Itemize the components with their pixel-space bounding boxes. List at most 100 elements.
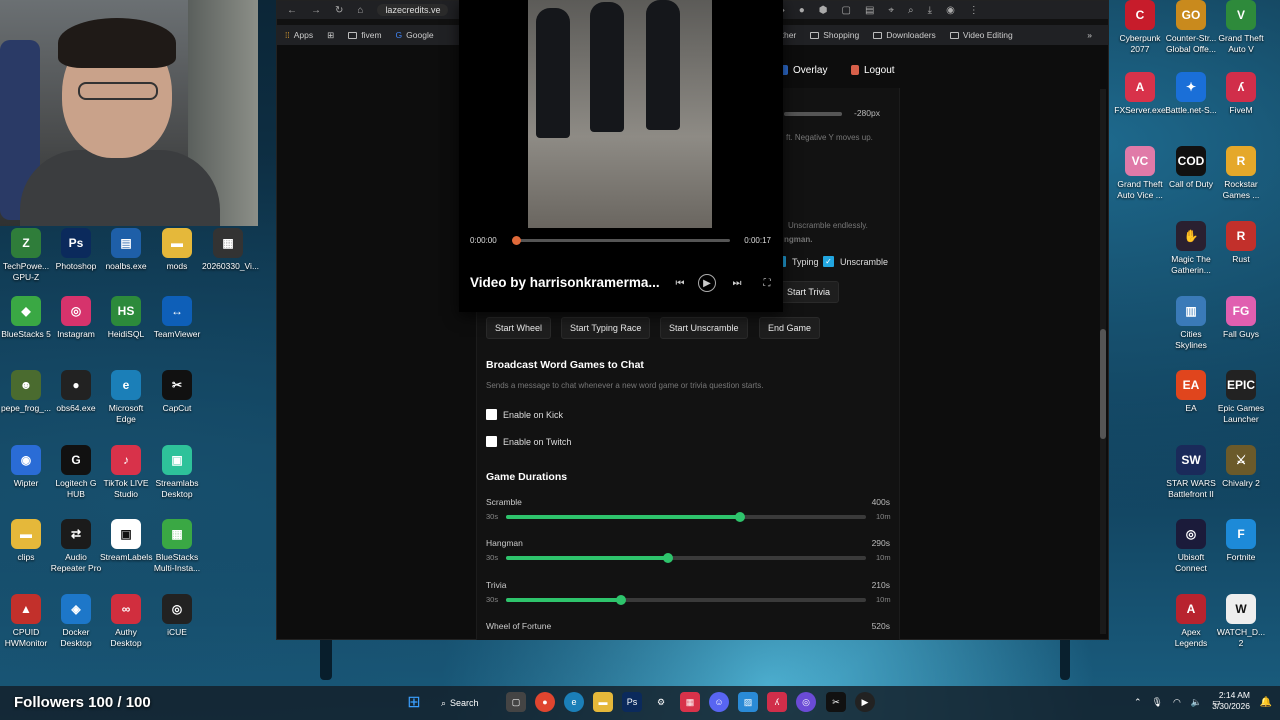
desktop_right-icon[interactable]: ▥ Cities Skylines xyxy=(1165,296,1217,350)
extension-icon[interactable]: ● xyxy=(799,5,805,16)
desktop_left-icon[interactable]: ◆ BlueStacks 5 xyxy=(0,296,52,340)
duration-slider-knob[interactable] xyxy=(735,512,745,522)
desktop_right-icon[interactable]: ⚔ Chivalry 2 xyxy=(1215,445,1267,489)
logout-button[interactable]: Logout xyxy=(851,61,895,79)
extension-icon[interactable]: ▢ xyxy=(841,5,850,16)
back-icon[interactable]: ← xyxy=(287,5,297,16)
end-game-button[interactable]: End Game xyxy=(759,317,821,339)
bookmark-video-editing[interactable]: Video Editing xyxy=(949,30,1013,40)
forward-icon[interactable]: → xyxy=(311,5,321,16)
wifi-icon[interactable]: ◠ xyxy=(1173,697,1181,708)
desktop_left-icon[interactable]: ● obs64.exe xyxy=(50,370,102,414)
media-player-icon[interactable]: ▶ xyxy=(855,692,875,712)
chevron-up-icon[interactable]: ⌃ xyxy=(1134,697,1142,708)
taskbar-search[interactable]: ⌕ Search xyxy=(441,693,479,713)
desktop_right-icon[interactable]: COD Call of Duty xyxy=(1165,146,1217,190)
video-player[interactable]: 0:00:00 0:00:17 Video by harrisonkramerm… xyxy=(459,0,783,312)
desktop_left-icon[interactable]: ⇄ Audio Repeater Pro xyxy=(50,519,102,573)
next-icon[interactable]: ⏭ xyxy=(728,274,746,292)
desktop_left-icon[interactable]: ▦ 20260330_Vi... xyxy=(202,228,259,272)
video-seek-bar[interactable] xyxy=(512,236,730,245)
desktop_right-icon[interactable]: V Grand Theft Auto V xyxy=(1215,0,1267,54)
desktop_right-icon[interactable]: GO Counter-Str... Global Offe... xyxy=(1165,0,1217,54)
file-explorer-icon[interactable]: ▬ xyxy=(593,692,613,712)
desktop_right-icon[interactable]: R Rust xyxy=(1215,221,1267,265)
desktop_left-icon[interactable]: ◎ iCUE xyxy=(151,594,203,638)
menu-icon[interactable]: ⋮ xyxy=(969,5,979,16)
desktop_right-icon[interactable]: EA EA xyxy=(1165,370,1217,414)
desktop_right-icon[interactable]: C Cyberpunk 2077 xyxy=(1114,0,1166,54)
desktop_right-icon[interactable]: R Rockstar Games ... xyxy=(1215,146,1267,200)
start-trivia-button[interactable]: Start Trivia xyxy=(778,281,840,303)
desktop_left-icon[interactable]: ◎ Instagram xyxy=(50,296,102,340)
duration-slider-knob[interactable] xyxy=(663,553,673,563)
desktop_left-icon[interactable]: ▦ BlueStacks Multi-Insta... xyxy=(151,519,203,573)
desktop_left-icon[interactable]: ☻ pepe_frog_... xyxy=(0,370,52,414)
discord-icon[interactable]: ☺ xyxy=(709,692,729,712)
edge-icon[interactable]: e xyxy=(564,692,584,712)
bookmark-shopping[interactable]: Shopping xyxy=(810,30,859,40)
extension-icon[interactable]: ⬢ xyxy=(819,5,828,16)
desktop_right-icon[interactable]: SW STAR WARS Battlefront II xyxy=(1165,445,1217,499)
desktop_left-icon[interactable]: ▬ clips xyxy=(0,519,52,563)
desktop_right-icon[interactable]: FG Fall Guys xyxy=(1215,296,1267,340)
duration-slider[interactable] xyxy=(506,512,866,522)
desktop_left-icon[interactable]: G Logitech G HUB xyxy=(50,445,102,499)
desktop_right-icon[interactable]: ✦ Battle.net-S... xyxy=(1165,72,1217,116)
photos-icon[interactable]: ▨ xyxy=(738,692,758,712)
previous-icon[interactable]: ⏮ xyxy=(671,274,689,292)
desktop_left-icon[interactable]: ▬ mods xyxy=(151,228,203,272)
speaker-icon[interactable]: 🔈 xyxy=(1191,697,1202,708)
fullscreen-icon[interactable]: ⛶ xyxy=(758,274,776,292)
desktop_left-icon[interactable]: e Microsoft Edge xyxy=(100,370,152,424)
tab-search-icon[interactable]: ⊞ xyxy=(327,30,334,41)
scrollbar-thumb[interactable] xyxy=(1100,329,1106,439)
profile-icon[interactable]: ◉ xyxy=(946,5,955,16)
desktop_right-icon[interactable]: A Apex Legends xyxy=(1165,594,1217,648)
task-view-icon[interactable]: ▢ xyxy=(506,692,526,712)
bookmark-apps[interactable]: ⁞⁞ Apps xyxy=(285,30,313,40)
desktop_left-icon[interactable]: ▣ Streamlabs Desktop xyxy=(151,445,203,499)
checkbox-unchecked[interactable] xyxy=(486,436,497,447)
overlay-button[interactable]: Overlay xyxy=(780,61,827,79)
duration-slider[interactable] xyxy=(506,595,866,605)
capcut-icon[interactable]: ✂ xyxy=(826,692,846,712)
desktop_right-icon[interactable]: W WATCH_D... 2 xyxy=(1215,594,1267,648)
app-icon[interactable]: ▦ xyxy=(680,692,700,712)
photoshop-icon[interactable]: Ps xyxy=(622,692,642,712)
desktop_right-icon[interactable]: EPIC Epic Games Launcher xyxy=(1215,370,1267,424)
desktop_left-icon[interactable]: ◉ Wipter xyxy=(0,445,52,489)
video-seek-knob[interactable] xyxy=(512,236,521,245)
bookmark-downloaders[interactable]: Downloaders xyxy=(873,30,936,40)
desktop_left-icon[interactable]: Z TechPowe... GPU-Z xyxy=(0,228,52,282)
desktop_left-icon[interactable]: ▣ StreamLabels xyxy=(100,519,152,563)
download-icon[interactable]: ⤓ xyxy=(928,5,932,16)
checkbox-unchecked[interactable] xyxy=(486,409,497,420)
checkbox-checked[interactable]: ✓ xyxy=(823,256,834,267)
desktop_right-icon[interactable]: F Fortnite xyxy=(1215,519,1267,563)
unscramble-mode-check[interactable]: ✓ Unscramble xyxy=(823,256,888,267)
address-bar[interactable]: lazecredits.ve xyxy=(377,4,449,16)
desktop_left-icon[interactable]: ◈ Docker Desktop xyxy=(50,594,102,648)
home-icon[interactable]: ⌂ xyxy=(357,5,363,16)
extension-icon[interactable]: ⌕ xyxy=(908,5,914,16)
notification-bell-icon[interactable]: 🔔 xyxy=(1260,697,1272,708)
play-icon[interactable]: ▶ xyxy=(698,274,716,292)
start-wheel-button[interactable]: Start Wheel xyxy=(486,317,552,339)
desktop_right-icon[interactable]: A FXServer.exe xyxy=(1114,72,1166,116)
y-offset-slider[interactable] xyxy=(784,112,842,116)
extension-icon[interactable]: ⌖ xyxy=(888,5,894,16)
desktop_right-icon[interactable]: VC Grand Theft Auto Vice ... xyxy=(1114,146,1166,200)
settings-gear-icon[interactable]: ⚙ xyxy=(651,692,671,712)
enable-kick-check[interactable]: Enable on Kick xyxy=(486,409,563,420)
reload-icon[interactable]: ↻ xyxy=(335,5,343,16)
clock[interactable]: 2:14 AM 3/30/2026 xyxy=(1212,690,1250,712)
bookmark-fivem[interactable]: fivem xyxy=(348,30,382,40)
fivem-icon[interactable]: ʎ xyxy=(767,692,787,712)
start-icon[interactable]: ⊞ xyxy=(404,692,424,712)
desktop_right-icon[interactable]: ʎ FiveM xyxy=(1215,72,1267,116)
extension-icon[interactable]: ▤ xyxy=(865,5,874,16)
app-icon[interactable]: ◎ xyxy=(796,692,816,712)
duration-slider[interactable] xyxy=(506,553,866,563)
desktop_left-icon[interactable]: ♪ TikTok LIVE Studio xyxy=(100,445,152,499)
